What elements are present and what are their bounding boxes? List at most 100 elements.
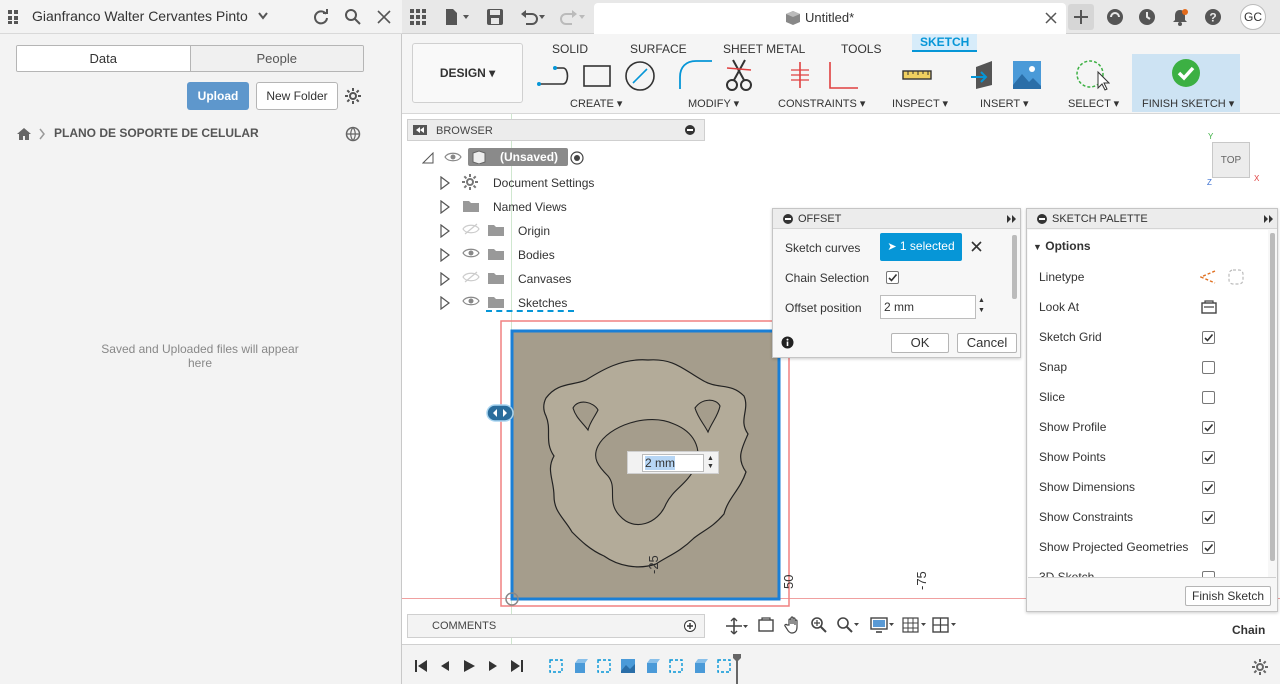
step-forward-icon[interactable]: [486, 659, 500, 673]
modify-menu[interactable]: MODIFY ▾: [688, 97, 739, 110]
look-at-icon[interactable]: [1201, 300, 1217, 314]
dimension-stepper-icon[interactable]: ▲ ▼: [707, 455, 714, 471]
insert-menu[interactable]: INSERT ▾: [980, 97, 1029, 110]
show-profile-checkbox[interactable]: [1202, 421, 1215, 434]
timeline-canvas-feature-icon[interactable]: [620, 658, 636, 674]
create-menu[interactable]: CREATE ▾: [570, 97, 622, 110]
dimension-input[interactable]: 2 mm: [642, 454, 704, 472]
user-name[interactable]: Gianfranco Walter Cervantes Pinto: [32, 8, 248, 24]
step-back-icon[interactable]: [438, 659, 452, 673]
line-tool-icon[interactable]: [537, 62, 571, 90]
offset-stepper-icon[interactable]: ▲ ▼: [978, 296, 985, 316]
minimize-icon[interactable]: [1037, 214, 1047, 224]
cancel-button[interactable]: Cancel: [957, 333, 1017, 353]
dialog-scrollbar[interactable]: [1012, 235, 1017, 299]
new-tab-button[interactable]: [1068, 4, 1094, 30]
options-section[interactable]: ▼ Options: [1033, 234, 1091, 258]
inspect-menu[interactable]: INSPECT ▾: [892, 97, 948, 110]
info-icon[interactable]: [781, 336, 794, 349]
show-dimensions-checkbox[interactable]: [1202, 481, 1215, 494]
apps-grid-icon[interactable]: [8, 10, 24, 24]
globe-icon[interactable]: [345, 126, 362, 143]
go-to-end-icon[interactable]: [510, 659, 524, 673]
browser-item-bodies[interactable]: Bodies: [440, 243, 700, 267]
search-icon[interactable]: [344, 8, 362, 26]
tab-people[interactable]: People: [190, 46, 363, 71]
tab-data[interactable]: Data: [17, 46, 191, 71]
timeline-extrude-feature-icon[interactable]: [644, 658, 660, 674]
notifications-icon[interactable]: [1171, 8, 1189, 26]
minimize-icon[interactable]: [783, 214, 793, 224]
coincident-constraint-icon[interactable]: [788, 60, 812, 90]
browser-item-origin[interactable]: Origin: [440, 219, 700, 243]
timeline-extrude-feature-icon[interactable]: [692, 658, 708, 674]
visibility-eye-icon[interactable]: [462, 247, 480, 259]
hidden-eye-icon[interactable]: [462, 271, 480, 283]
expand-palette-icon[interactable]: [1263, 214, 1275, 224]
rectangle-tool-icon[interactable]: [582, 63, 612, 89]
tab-sheet-metal[interactable]: SHEET METAL: [723, 42, 805, 56]
snap-checkbox[interactable]: [1202, 361, 1215, 374]
timeline-settings-icon[interactable]: [1252, 659, 1268, 675]
expand-icon[interactable]: [440, 296, 450, 310]
constraints-menu[interactable]: CONSTRAINTS ▾: [778, 97, 865, 110]
new-folder-button[interactable]: New Folder: [256, 82, 338, 110]
save-icon[interactable]: [486, 8, 504, 26]
avatar[interactable]: GC: [1240, 4, 1266, 30]
home-icon[interactable]: [16, 127, 32, 141]
browser-item-canvases[interactable]: Canvases: [440, 267, 700, 291]
workspace-switcher[interactable]: DESIGN ▾: [412, 43, 523, 103]
show-points-checkbox[interactable]: [1202, 451, 1215, 464]
pan-icon[interactable]: [784, 616, 802, 634]
breadcrumb[interactable]: PLANO DE SOPORTE DE CELULAR: [54, 126, 259, 140]
extensions-icon[interactable]: [1106, 8, 1124, 26]
browser-item-sketches[interactable]: Sketches: [440, 291, 700, 315]
hidden-eye-icon[interactable]: [462, 223, 480, 235]
play-icon[interactable]: [462, 659, 476, 673]
browser-item-named-views[interactable]: Named Views: [440, 195, 700, 219]
document-tab[interactable]: Untitled*: [594, 3, 1066, 34]
sketch-grid-checkbox[interactable]: [1202, 331, 1215, 344]
refresh-icon[interactable]: [312, 8, 330, 26]
undo-icon[interactable]: [520, 8, 546, 26]
select-menu[interactable]: SELECT ▾: [1068, 97, 1119, 110]
close-icon[interactable]: [376, 9, 392, 25]
timeline-sketch-feature-icon[interactable]: [668, 658, 684, 674]
visibility-eye-icon[interactable]: [444, 151, 462, 163]
slice-checkbox[interactable]: [1202, 391, 1215, 404]
timeline-sketch-feature-icon[interactable]: [716, 658, 732, 674]
fit-icon[interactable]: [836, 616, 860, 634]
add-comment-icon[interactable]: [684, 620, 696, 632]
orbit-icon[interactable]: [726, 617, 748, 635]
tab-solid[interactable]: SOLID: [552, 42, 588, 56]
expand-icon[interactable]: [440, 224, 450, 238]
offset-position-input[interactable]: 2 mm: [880, 295, 976, 319]
offset-handle-icon[interactable]: [486, 403, 514, 423]
centerline-linetype-icon[interactable]: [1228, 269, 1244, 285]
tab-tools[interactable]: TOOLS: [841, 42, 881, 56]
browser-item-document-settings[interactable]: Document Settings: [440, 171, 700, 195]
trim-tool-icon[interactable]: [725, 58, 753, 92]
minimize-icon[interactable]: [685, 125, 695, 135]
timeline-sketch-feature-icon[interactable]: [548, 658, 564, 674]
view-cube[interactable]: TOP: [1212, 142, 1250, 178]
clear-selection-icon[interactable]: [971, 241, 982, 252]
job-status-icon[interactable]: [1138, 8, 1156, 26]
ok-button[interactable]: OK: [891, 333, 949, 353]
upload-button[interactable]: Upload: [187, 82, 249, 110]
expand-icon[interactable]: [440, 272, 450, 286]
zoom-icon[interactable]: [810, 616, 828, 634]
expand-icon[interactable]: [440, 176, 450, 190]
show-constraints-checkbox[interactable]: [1202, 511, 1215, 524]
measure-tool-icon[interactable]: [902, 64, 932, 86]
circle-tool-icon[interactable]: [624, 60, 656, 92]
insert-image-icon[interactable]: [1012, 60, 1042, 90]
browser-root[interactable]: (Unsaved): [422, 147, 722, 171]
display-settings-icon[interactable]: [870, 617, 896, 633]
perpendicular-constraint-icon[interactable]: [826, 60, 860, 90]
chevron-down-icon[interactable]: [258, 12, 268, 20]
expand-dialog-icon[interactable]: [1006, 214, 1018, 224]
redo-icon[interactable]: [560, 8, 586, 26]
timeline-sketch-feature-icon[interactable]: [596, 658, 612, 674]
collapse-triangle-icon[interactable]: [422, 152, 434, 164]
